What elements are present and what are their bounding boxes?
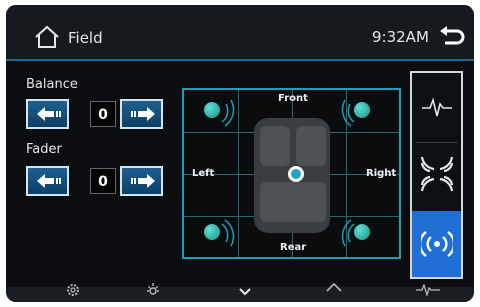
header-divider (6, 59, 474, 61)
left-label: Left (192, 168, 215, 179)
page-title: Field (68, 29, 103, 47)
fader-label: Fader (26, 142, 62, 157)
balance-left-button[interactable] (26, 99, 69, 129)
arrow-right-icon (131, 174, 155, 188)
right-label: Right (366, 168, 397, 179)
surround-icon (420, 156, 454, 192)
sound-field-grid[interactable]: Front Rear Left Right (182, 88, 401, 259)
screen: Field 9:32AM Balance 0 Fader 0 Front Rea… (6, 5, 474, 302)
effect-surround-button[interactable] (412, 143, 461, 209)
back-icon[interactable] (435, 25, 465, 49)
rear-label: Rear (280, 242, 307, 253)
effect-panel (410, 71, 463, 279)
focus-point-handle[interactable] (288, 166, 304, 182)
fader-front-button[interactable] (120, 166, 163, 196)
chevron-down-icon[interactable] (238, 287, 252, 297)
arrow-left-icon (37, 107, 61, 121)
front-label: Front (278, 93, 308, 104)
arrow-right-icon (131, 107, 155, 121)
clock: 9:32AM (372, 28, 429, 46)
balance-value: 0 (90, 101, 116, 127)
broadcast-icon (421, 231, 453, 257)
waveform-icon (422, 97, 452, 117)
bottom-bar (6, 283, 474, 302)
header-bar: Field 9:32AM (6, 5, 474, 59)
balance-label: Balance (26, 77, 78, 92)
effect-waveform-button[interactable] (412, 73, 461, 141)
fader-rear-button[interactable] (26, 166, 69, 196)
balance-right-button[interactable] (120, 99, 163, 129)
effect-broadcast-button[interactable] (412, 211, 461, 277)
fader-value: 0 (90, 168, 116, 194)
arrow-left-icon (37, 174, 61, 188)
waveform-icon[interactable] (416, 284, 440, 296)
home-icon[interactable] (326, 283, 342, 297)
home-icon[interactable] (33, 25, 61, 49)
settings-icon[interactable] (66, 283, 80, 297)
brightness-icon[interactable] (146, 283, 160, 297)
